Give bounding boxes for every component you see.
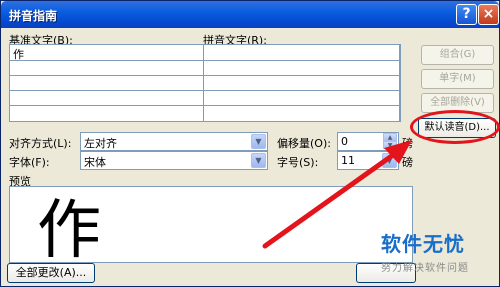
size-unit: 磅 [402, 156, 413, 169]
offset-unit: 磅 [402, 137, 413, 150]
font-value: 宋体 [84, 156, 106, 169]
base-cell-text: 作 [13, 48, 24, 61]
watermark: 软件无忧 努力解决软件问题 [375, 226, 500, 287]
base-cell-5[interactable] [10, 106, 204, 121]
alignment-select[interactable]: 左对齐 ▼ [80, 132, 268, 151]
chevron-down-icon[interactable]: ▼ [382, 153, 397, 168]
ruby-cell-4[interactable] [204, 91, 400, 106]
size-value: 11 [341, 154, 355, 167]
ruby-cell-1[interactable] [204, 45, 400, 61]
offset-stepper[interactable]: 0 ▲ ▼ [337, 132, 399, 151]
offset-value: 0 [341, 135, 348, 148]
ruby-cell-3[interactable] [204, 76, 400, 91]
stepper-down-icon[interactable]: ▼ [383, 141, 397, 149]
stepper-up-icon[interactable]: ▲ [383, 133, 397, 141]
title-bar: 拼音指南 ? × [1, 1, 499, 28]
size-label: 字号(S): [277, 156, 319, 169]
watermark-title: 软件无忧 [381, 232, 465, 256]
change-all-button[interactable]: 全部更改(A)... [7, 263, 95, 283]
alignment-label: 对齐方式(L): [9, 137, 72, 150]
alignment-value: 左对齐 [84, 137, 117, 150]
preview-character: 作 [37, 194, 101, 263]
annotation-ellipse [410, 110, 500, 144]
ruby-cell-5[interactable] [204, 106, 400, 121]
phonetic-grid: 作 [9, 44, 401, 122]
base-cell-2[interactable] [10, 61, 204, 76]
help-button[interactable]: ? [456, 4, 477, 25]
preview-pane: 作 [9, 186, 413, 263]
chevron-down-icon[interactable]: ▼ [251, 134, 266, 149]
font-label: 字体(F): [9, 156, 50, 169]
single-char-button[interactable]: 单字(M) [421, 69, 494, 89]
size-select[interactable]: 11 ▼ [337, 151, 399, 170]
chevron-down-icon[interactable]: ▼ [251, 153, 266, 168]
font-select[interactable]: 宋体 ▼ [80, 151, 268, 170]
base-cell-1[interactable]: 作 [10, 45, 204, 61]
dialog-title: 拼音指南 [9, 9, 58, 23]
ruby-cell-2[interactable] [204, 61, 400, 76]
offset-label: 偏移量(O): [277, 137, 331, 150]
base-cell-3[interactable] [10, 76, 204, 91]
watermark-subtitle: 努力解决软件问题 [381, 263, 469, 274]
combine-button[interactable]: 组合(G) [421, 45, 494, 65]
close-button[interactable]: × [478, 4, 499, 25]
base-cell-4[interactable] [10, 91, 204, 106]
